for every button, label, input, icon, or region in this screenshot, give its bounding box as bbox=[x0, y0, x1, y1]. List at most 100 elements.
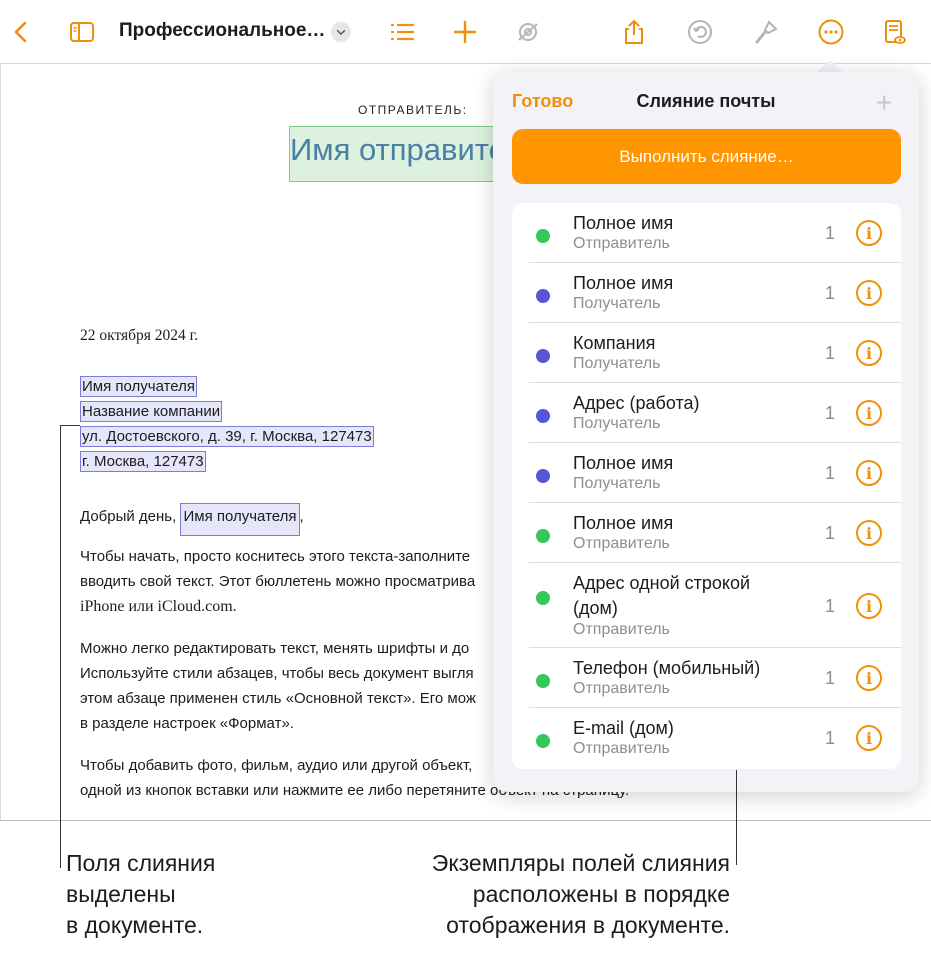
company-field-wrap: Название компании bbox=[80, 401, 223, 422]
address-field[interactable]: ул. Достоевского, д. 39, г. Москва, 1274… bbox=[80, 426, 374, 447]
right-callout-line-2: расположены в порядке bbox=[472, 881, 730, 907]
field-color-dot bbox=[536, 349, 550, 363]
field-color-dot bbox=[536, 289, 550, 303]
info-icon[interactable]: i bbox=[856, 340, 882, 366]
info-icon[interactable]: i bbox=[856, 400, 882, 426]
merge-field-row[interactable]: Полное имя Отправитель 1 i bbox=[512, 503, 901, 563]
info-icon[interactable]: i bbox=[856, 665, 882, 691]
paragraph-1[interactable]: Чтобы начать, просто коснитесь этого тек… bbox=[80, 544, 475, 619]
done-button[interactable]: Готово bbox=[512, 91, 573, 112]
document-date[interactable]: 22 октября 2024 г. bbox=[80, 327, 198, 345]
field-name: Полное имя bbox=[573, 453, 674, 473]
paragraph-2[interactable]: Можно легко редактировать текст, менять … bbox=[80, 636, 476, 736]
info-icon[interactable]: i bbox=[856, 220, 882, 246]
merge-field-row[interactable]: Полное имя Отправитель 1 i bbox=[512, 203, 901, 263]
left-leader-horizontal bbox=[60, 425, 80, 426]
field-count: 1 bbox=[825, 463, 836, 483]
paragraph-2-line-3: этом абзаце применен стиль «Основной тек… bbox=[80, 690, 476, 707]
document-title[interactable]: Профессиональное… bbox=[119, 20, 325, 42]
city-field[interactable]: г. Москва, 127473 bbox=[80, 451, 206, 472]
info-icon[interactable]: i bbox=[856, 520, 882, 546]
merge-field-row[interactable]: Полное имя Получатель 1 i bbox=[512, 443, 901, 503]
field-source: Получатель bbox=[573, 295, 661, 312]
field-name: Адрес (работа) bbox=[573, 393, 700, 413]
greeting-recipient-field[interactable]: Имя получателя bbox=[180, 503, 300, 536]
right-callout: Экземпляры полей слияния расположены в п… bbox=[330, 848, 730, 941]
field-count: 1 bbox=[825, 668, 836, 688]
field-name-line-2: (дом) bbox=[573, 598, 618, 618]
field-color-dot bbox=[536, 469, 550, 483]
mail-merge-popover: Слияние почты Готово + Выполнить слияние… bbox=[493, 72, 919, 792]
field-color-dot bbox=[536, 529, 550, 543]
field-name: Телефон (мобильный) bbox=[573, 658, 761, 678]
info-icon[interactable]: i bbox=[856, 460, 882, 486]
field-source: Отправитель bbox=[573, 740, 670, 757]
field-color-dot bbox=[536, 229, 550, 243]
paragraph-2-line-1: Можно легко редактировать текст, менять … bbox=[80, 640, 470, 657]
merge-field-row[interactable]: Компания Получатель 1 i bbox=[512, 323, 901, 383]
paragraph-2-line-4: в разделе настроек «Формат». bbox=[80, 715, 294, 732]
merge-field-list: Полное имя Отправитель 1 i Полное имя Получат… bbox=[512, 203, 901, 769]
left-callout-line-1: Поля слияния bbox=[66, 850, 216, 876]
left-callout: Поля слияния выделены в документе. bbox=[66, 848, 215, 941]
left-callout-line-3: в документе. bbox=[66, 912, 204, 938]
sidebar-icon[interactable] bbox=[66, 16, 98, 48]
undo-icon[interactable] bbox=[684, 16, 716, 48]
city-field-wrap: г. Москва, 127473 bbox=[80, 451, 206, 472]
merge-field-row[interactable]: Адрес (работа) Получатель 1 i bbox=[512, 383, 901, 443]
field-count: 1 bbox=[825, 596, 836, 616]
toolbar: Профессиональное… bbox=[0, 0, 931, 64]
field-source: Отправитель bbox=[573, 235, 670, 252]
more-icon[interactable] bbox=[815, 16, 847, 48]
chevron-down-icon[interactable] bbox=[331, 22, 351, 42]
field-color-dot bbox=[536, 674, 550, 688]
right-callout-line-1: Экземпляры полей слияния bbox=[431, 850, 730, 876]
plus-icon[interactable] bbox=[449, 16, 481, 48]
share-icon[interactable] bbox=[618, 16, 650, 48]
field-count: 1 bbox=[825, 223, 836, 243]
field-source: Получатель bbox=[573, 415, 661, 432]
merge-field-row[interactable]: E-mail (дом) Отправитель 1 i bbox=[512, 708, 901, 768]
info-icon[interactable]: i bbox=[856, 593, 882, 619]
field-count: 1 bbox=[825, 343, 836, 363]
greeting-suffix: , bbox=[299, 508, 304, 525]
company-field[interactable]: Название компании bbox=[80, 401, 223, 422]
field-source: Отправитель bbox=[573, 621, 670, 638]
paragraph-2-line-2: Используйте стили абзацев, чтобы весь до… bbox=[80, 665, 474, 682]
brush-icon[interactable] bbox=[750, 16, 782, 48]
right-leader-line bbox=[736, 770, 737, 865]
field-name: Полное имя bbox=[573, 273, 674, 293]
field-name: E-mail (дом) bbox=[573, 718, 674, 738]
field-source: Получатель bbox=[573, 355, 661, 372]
list-icon[interactable] bbox=[386, 16, 418, 48]
document-bottom-border bbox=[0, 820, 931, 821]
field-count: 1 bbox=[825, 283, 836, 303]
document-border bbox=[0, 64, 1, 820]
field-color-dot bbox=[536, 734, 550, 748]
merge-field-row[interactable]: Телефон (мобильный) Отправитель 1 i bbox=[512, 648, 901, 708]
greeting-line[interactable]: Добрый день, Имя получателя, bbox=[80, 503, 304, 536]
field-source: Отправитель bbox=[573, 535, 670, 552]
paragraph-1-line-2: вводить свой текст. Этот бюллетень можно… bbox=[80, 573, 476, 590]
left-leader-vertical bbox=[60, 425, 61, 868]
recipient-name-field[interactable]: Имя получателя bbox=[80, 376, 198, 397]
collaborate-icon[interactable] bbox=[512, 16, 544, 48]
info-icon[interactable]: i bbox=[856, 280, 882, 306]
merge-field-row[interactable]: Адрес одной строкой (дом) Отправитель 1 i bbox=[512, 563, 901, 648]
field-name: Адрес одной строкой bbox=[573, 573, 751, 593]
add-field-button[interactable]: + bbox=[876, 87, 892, 119]
field-name: Полное имя bbox=[573, 513, 674, 533]
paragraph-1-line-3: iPhone или iCloud.com. bbox=[80, 598, 237, 615]
reader-view-icon[interactable] bbox=[878, 16, 910, 48]
field-name: Компания bbox=[573, 333, 656, 353]
field-color-dot bbox=[536, 409, 550, 423]
left-callout-line-2: выделены bbox=[66, 881, 176, 907]
info-icon[interactable]: i bbox=[856, 725, 882, 751]
back-chevron-icon[interactable] bbox=[6, 16, 38, 48]
sender-label: ОТПРАВИТЕЛЬ: bbox=[358, 103, 468, 117]
perform-merge-button[interactable]: Выполнить слияние… bbox=[512, 129, 901, 184]
field-color-dot bbox=[536, 591, 550, 605]
right-callout-line-3: отображения в документе. bbox=[446, 912, 730, 938]
merge-field-row[interactable]: Полное имя Получатель 1 i bbox=[512, 263, 901, 323]
field-count: 1 bbox=[825, 523, 836, 543]
